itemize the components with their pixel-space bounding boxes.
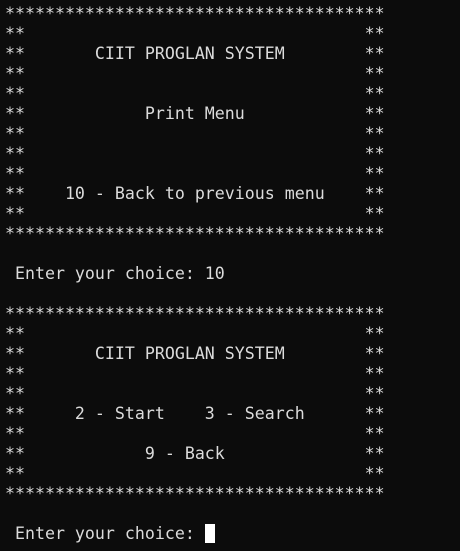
menu-border-bottom: **************************************: [5, 224, 385, 243]
menu-border-row: ** **: [5, 204, 385, 223]
menu-border-row: ** **: [5, 384, 385, 403]
menu-border-row: ** **: [5, 24, 385, 43]
text-cursor[interactable]: [204, 524, 215, 543]
menu-border-row: ** **: [5, 144, 385, 163]
input-line[interactable]: Enter your choice:: [5, 524, 460, 544]
menu-border-row: ** **: [5, 464, 385, 483]
menu-options-start-search: ** 2 - Start 3 - Search **: [5, 404, 385, 423]
menu-border-top: **************************************: [5, 304, 385, 323]
system-title: ** CIIT PROGLAN SYSTEM **: [5, 344, 385, 363]
system-title: ** CIIT PROGLAN SYSTEM **: [5, 44, 385, 63]
menu-option-back: ** 9 - Back **: [5, 444, 385, 463]
terminal-window[interactable]: ************************************** *…: [0, 0, 460, 551]
menu-option-back-previous: ** 10 - Back to previous menu **: [5, 184, 385, 203]
menu-border-row: ** **: [5, 124, 385, 143]
menu-border-row: ** **: [5, 64, 385, 83]
menu-border-row: ** **: [5, 324, 385, 343]
menu-border-row: ** **: [5, 164, 385, 183]
choice-prompt: Enter your choice:: [5, 524, 205, 543]
menu-border-bottom: **************************************: [5, 484, 385, 503]
menu-border-top: **************************************: [5, 4, 385, 23]
menu-title: ** Print Menu **: [5, 104, 385, 123]
menu-border-row: ** **: [5, 84, 385, 103]
menu-border-row: ** **: [5, 424, 385, 443]
menu-border-row: ** **: [5, 364, 385, 383]
previous-prompt: Enter your choice: 10: [5, 264, 225, 283]
